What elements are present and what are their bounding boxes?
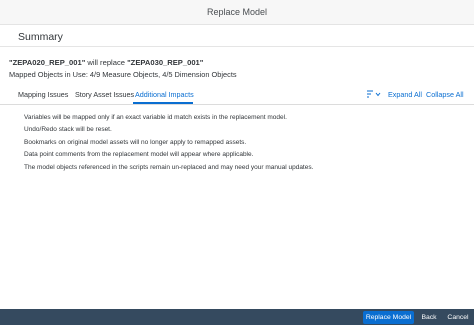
tab-additional-impacts[interactable]: Additional Impacts <box>135 90 194 99</box>
back-button[interactable]: Back <box>417 311 441 324</box>
target-model-name: "ZEPA030_REP_001" <box>127 58 204 67</box>
expand-all-button[interactable]: Expand All <box>388 90 422 99</box>
impact-item: Undo/Redo stack will be reset. <box>24 126 112 134</box>
dialog-title-bar: Replace Model <box>0 0 474 25</box>
impacts-list: Variables will be mapped only if an exac… <box>24 112 464 174</box>
impact-item: Bookmarks on original model assets will … <box>24 138 247 146</box>
impact-item: Variables will be mapped only if an exac… <box>24 114 287 121</box>
sort-icon[interactable] <box>366 89 382 99</box>
replace-model-button[interactable]: Replace Model <box>363 311 414 324</box>
active-tab-indicator <box>133 102 193 104</box>
impact-item: The model objects referenced in the scri… <box>24 163 314 171</box>
summary-title: Summary <box>18 31 63 43</box>
replace-sentence: "ZEPA020_REP_001" will replace "ZEPA030_… <box>9 58 203 67</box>
source-model-name: "ZEPA020_REP_001" <box>9 58 86 67</box>
mapped-objects-summary: Mapped Objects in Use: 4/9 Measure Objec… <box>9 70 237 79</box>
dialog-footer: Replace Model Back Cancel <box>0 309 474 325</box>
impact-item: Data point comments from the replacement… <box>24 151 254 159</box>
cancel-button[interactable]: Cancel <box>444 311 472 324</box>
tab-mapping-issues[interactable]: Mapping Issues <box>18 90 68 99</box>
tab-bar: Mapping Issues Story Asset Issues Additi… <box>0 85 474 105</box>
tab-story-asset-issues[interactable]: Story Asset Issues <box>75 90 134 99</box>
dialog-title: Replace Model <box>206 7 268 17</box>
summary-header: Summary <box>0 25 474 47</box>
replace-connector-text: will replace <box>85 58 128 67</box>
collapse-all-button[interactable]: Collapse All <box>426 90 464 99</box>
